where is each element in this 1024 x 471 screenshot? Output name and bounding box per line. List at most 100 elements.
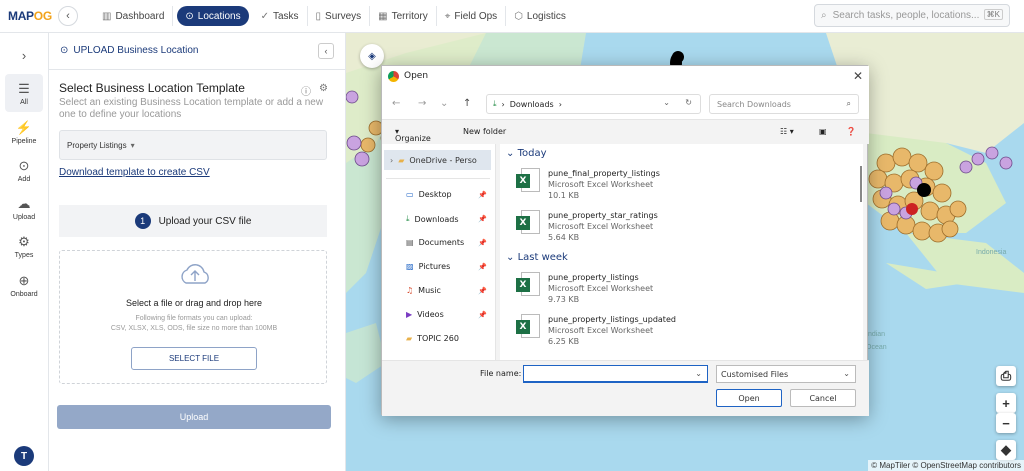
open-button[interactable]: Open bbox=[716, 389, 782, 407]
dialog-search-input[interactable]: Search Downloads ⌕ bbox=[709, 94, 859, 114]
nav-territory[interactable]: ▦ Territory bbox=[370, 6, 437, 26]
cloud-upload-icon: ☁ bbox=[17, 195, 31, 211]
dialog-address-bar: ← → ⌄ ↑ ⤓ › Downloads › ⌄ ↻ Search Downl… bbox=[382, 88, 869, 120]
nav-item-music[interactable]: ♫ Music 📌 bbox=[406, 286, 487, 295]
nav-logistics[interactable]: ⬡ Logistics bbox=[506, 6, 574, 26]
rail-item-add[interactable]: ⊙ Add bbox=[5, 151, 43, 189]
file-item[interactable]: Xpune_property_star_ratings Microsoft Exc… bbox=[516, 210, 658, 243]
panel-header: ⊙ UPLOAD Business Location ‹ bbox=[49, 33, 346, 70]
nav-item-onedrive[interactable]: › ▰ OneDrive - Perso bbox=[384, 150, 491, 170]
upload-button[interactable]: Upload bbox=[57, 405, 331, 429]
top-navigation-bar: MAPOG ‹ ▥ Dashboard ⊙ Locations ✓ Tasks ▯ Su… bbox=[0, 0, 1024, 33]
up-arrow-icon[interactable]: ↑ bbox=[463, 98, 471, 109]
nav-item-downloads[interactable]: ⤓ Downloads 📌 bbox=[406, 214, 487, 224]
excel-file-icon: X bbox=[516, 314, 540, 340]
file-item[interactable]: Xpune_property_listings_updated Microsoft… bbox=[516, 314, 676, 347]
forward-arrow-icon[interactable]: → bbox=[418, 98, 426, 109]
plus-icon: + bbox=[1002, 395, 1010, 411]
pin-icon: 📌 bbox=[478, 215, 487, 223]
nav-item-topic[interactable]: ▰ TOPIC 260 bbox=[406, 334, 459, 343]
rail-expand-button[interactable]: › bbox=[5, 37, 43, 75]
file-type-select[interactable]: Customised Files ⌄ bbox=[716, 365, 856, 383]
cancel-button[interactable]: Cancel bbox=[790, 389, 856, 407]
file-item[interactable]: Xpune_final_property_listings Microsoft E… bbox=[516, 168, 660, 201]
file-item[interactable]: Xpune_property_listings Microsoft Excel W… bbox=[516, 272, 653, 305]
zoom-out-button[interactable]: − bbox=[996, 413, 1016, 433]
organize-button[interactable]: Organize ▾ bbox=[395, 127, 431, 143]
new-folder-button[interactable]: New folder bbox=[463, 127, 506, 136]
list-icon: ☰ bbox=[18, 80, 30, 96]
print-button[interactable]: ⎙ bbox=[996, 366, 1016, 386]
collapse-panel-button[interactable]: ‹ bbox=[318, 43, 334, 59]
nav-item-videos[interactable]: ▶ Videos 📌 bbox=[406, 310, 487, 319]
path-breadcrumb[interactable]: ⤓ › Downloads › ⌄ ↻ bbox=[486, 94, 701, 114]
dialog-titlebar: Open ✕ bbox=[382, 66, 869, 88]
nav-item-pictures[interactable]: ▨ Pictures 📌 bbox=[406, 262, 487, 271]
document-icon: ▤ bbox=[406, 238, 414, 247]
upload-panel: ⊙ UPLOAD Business Location ‹ Select Busin… bbox=[49, 33, 346, 471]
nav-dashboard[interactable]: ▥ Dashboard bbox=[94, 6, 174, 26]
info-icon[interactable]: ⓘ bbox=[301, 83, 311, 98]
drop-hint: Following file formats you can upload: bbox=[135, 315, 253, 322]
gear-icon: ⚙ bbox=[18, 233, 30, 249]
gear-icon[interactable]: ⚙ bbox=[319, 83, 328, 98]
map-label-ocean: Ocean bbox=[866, 344, 887, 351]
app-logo[interactable]: MAPOG bbox=[8, 9, 52, 23]
chevron-down-icon[interactable]: ⌄ bbox=[440, 98, 448, 109]
select-file-button[interactable]: SELECT FILE bbox=[131, 347, 257, 370]
excel-file-icon: X bbox=[516, 168, 540, 194]
global-search-input[interactable]: ⌕ Search tasks, people, locations... ⌘K bbox=[814, 4, 1010, 27]
route-icon: ⌖ bbox=[444, 10, 451, 22]
nav-item-desktop[interactable]: ▭ Desktop 📌 bbox=[406, 190, 487, 199]
folder-icon: ▰ bbox=[398, 155, 405, 165]
compass-button[interactable]: ◆ bbox=[996, 440, 1016, 460]
nav-item-documents[interactable]: ▤ Documents 📌 bbox=[406, 238, 487, 247]
rail-item-upload[interactable]: ☁ Upload bbox=[5, 189, 43, 227]
view-options-icon[interactable]: ☷ ▾ bbox=[780, 127, 794, 136]
file-name-input[interactable]: ⌄ bbox=[523, 365, 708, 383]
template-select[interactable]: Property Listings ▾ bbox=[59, 130, 327, 160]
dialog-title: Open bbox=[404, 71, 429, 81]
nav-locations[interactable]: ⊙ Locations bbox=[177, 6, 249, 26]
rail-item-onboard[interactable]: ⊕ Onboard bbox=[5, 266, 43, 304]
download-template-link[interactable]: Download template to create CSV bbox=[59, 167, 210, 178]
minus-icon: − bbox=[1002, 415, 1010, 431]
chevron-left-icon: ‹ bbox=[324, 46, 328, 56]
location-pin-icon: ⊙ bbox=[18, 157, 30, 173]
download-icon: ⤓ bbox=[406, 214, 410, 223]
rail-item-all[interactable]: ☰ All bbox=[5, 74, 43, 112]
refresh-icon[interactable]: ↻ bbox=[685, 98, 692, 107]
pin-icon: 📌 bbox=[478, 262, 487, 271]
location-pin-icon: ⊙ bbox=[60, 45, 69, 56]
group-last-week[interactable]: ⌄ Last week bbox=[506, 252, 568, 263]
dashboard-icon: ▥ bbox=[102, 10, 112, 22]
pin-icon: 📌 bbox=[478, 238, 487, 247]
pipeline-icon: ⚡ bbox=[15, 119, 33, 135]
file-drop-zone[interactable]: Select a file or drag and drop here Foll… bbox=[59, 250, 327, 384]
back-button[interactable]: ‹ bbox=[58, 6, 78, 26]
rail-item-types[interactable]: ⚙ Types bbox=[5, 227, 43, 265]
dialog-toolbar: Organize ▾ New folder ☷ ▾ ▣ ❓ bbox=[382, 120, 869, 144]
desktop-icon: ▭ bbox=[406, 190, 414, 199]
back-arrow-icon[interactable]: ← bbox=[392, 98, 400, 109]
dialog-file-list: ⌄ Today Xpune_final_property_listings Mic… bbox=[500, 144, 863, 360]
help-icon[interactable]: ❓ bbox=[846, 127, 856, 136]
nav-tasks[interactable]: ✓ Tasks bbox=[253, 6, 308, 26]
nav-field-ops[interactable]: ⌖ Field Ops bbox=[437, 6, 507, 26]
pin-icon: 📌 bbox=[478, 286, 487, 295]
panel-title: UPLOAD Business Location bbox=[73, 45, 199, 56]
drop-title: Select a file or drag and drop here bbox=[125, 298, 263, 308]
dialog-nav-pane: › ▰ OneDrive - Perso ▭ Desktop 📌 ⤓ Downloads 📌… bbox=[382, 144, 496, 360]
map-attribution[interactable]: © MapTiler © OpenStreetMap contributors bbox=[868, 460, 1024, 471]
preview-pane-icon[interactable]: ▣ bbox=[819, 127, 827, 136]
close-icon[interactable]: ✕ bbox=[853, 69, 863, 83]
file-list-scrollbar[interactable] bbox=[860, 166, 862, 202]
chevron-down-icon[interactable]: ⌄ bbox=[663, 98, 670, 107]
chevron-down-icon[interactable]: ⌄ bbox=[695, 369, 702, 378]
nav-surveys[interactable]: ▯ Surveys bbox=[308, 6, 371, 26]
avatar[interactable]: T bbox=[14, 446, 34, 466]
group-today[interactable]: ⌄ Today bbox=[506, 148, 546, 159]
excel-file-icon: X bbox=[516, 210, 540, 236]
rail-item-pipeline[interactable]: ⚡ Pipeline bbox=[5, 113, 43, 151]
zoom-in-button[interactable]: + bbox=[996, 393, 1016, 413]
